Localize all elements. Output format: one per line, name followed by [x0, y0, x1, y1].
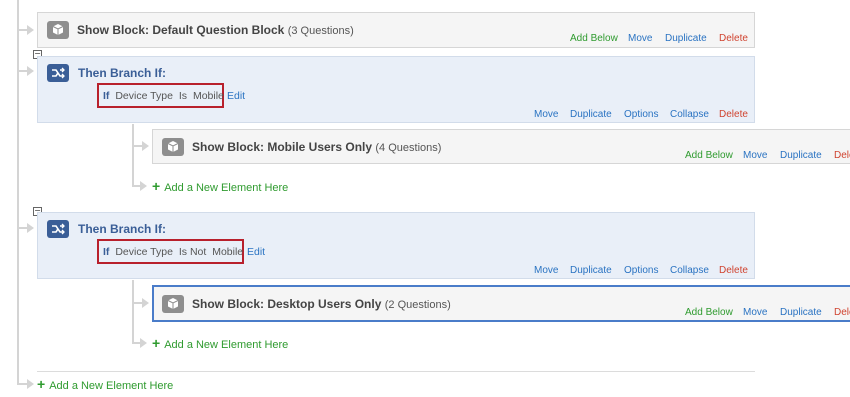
condition-if-keyword: If — [103, 90, 110, 102]
add-element-label: Add a New Element Here — [49, 380, 174, 392]
options-button[interactable]: Options — [624, 109, 658, 120]
flow-arrow — [27, 223, 34, 233]
branch-1[interactable]: Then Branch If: If Device Type Is Mobile… — [37, 56, 755, 123]
flow-arrow — [140, 338, 147, 348]
condition-operator: Is Not — [178, 246, 207, 258]
move-button[interactable]: Move — [743, 307, 767, 318]
flow-line-branch — [132, 280, 134, 343]
flow-arrow — [142, 141, 149, 151]
move-button[interactable]: Move — [534, 265, 558, 276]
flow-arrow — [140, 181, 147, 191]
duplicate-button[interactable]: Duplicate — [570, 109, 612, 120]
delete-button[interactable]: Dele — [834, 150, 850, 161]
duplicate-button[interactable]: Duplicate — [780, 307, 822, 318]
condition-value: Mobile — [192, 90, 224, 102]
block-title[interactable]: Show Block: Default Question Block (3 Qu… — [77, 23, 354, 37]
flow-arrow — [27, 25, 34, 35]
collapse-button[interactable]: Collapse — [670, 265, 709, 276]
block-title-text: Show Block: Desktop Users Only — [192, 297, 382, 311]
cube-icon — [47, 21, 69, 39]
condition-if-keyword: If — [103, 246, 110, 258]
options-button[interactable]: Options — [624, 265, 658, 276]
question-count: (3 Questions) — [287, 25, 354, 37]
add-element-link[interactable]: + Add a New Element Here — [152, 178, 288, 194]
add-below-button[interactable]: Add Below — [685, 307, 733, 318]
plus-icon: + — [152, 335, 161, 351]
branch-icon — [47, 220, 69, 238]
delete-button[interactable]: Delete — [719, 33, 748, 44]
duplicate-button[interactable]: Duplicate — [570, 265, 612, 276]
block-default-question[interactable]: Show Block: Default Question Block (3 Qu… — [37, 12, 755, 48]
condition-field: Device Type — [115, 90, 173, 102]
collapse-button[interactable]: Collapse — [670, 109, 709, 120]
branch-condition[interactable]: If Device Type Is Mobile — [103, 90, 224, 102]
block-mobile-users[interactable]: Show Block: Mobile Users Only (4 Questio… — [152, 129, 850, 164]
delete-button[interactable]: Delete — [719, 109, 748, 120]
flow-line-branch — [132, 124, 134, 186]
plus-icon: + — [152, 178, 161, 194]
flow-arrow — [142, 298, 149, 308]
block-title-text: Show Block: Default Question Block — [77, 23, 285, 37]
block-desktop-users[interactable]: Show Block: Desktop Users Only (2 Questi… — [152, 285, 850, 322]
add-element-label: Add a New Element Here — [164, 339, 289, 351]
condition-value: Mobile — [212, 246, 244, 258]
block-title[interactable]: Show Block: Desktop Users Only (2 Questi… — [192, 297, 451, 311]
delete-button[interactable]: Dele — [834, 307, 850, 318]
divider — [37, 371, 755, 372]
branch-icon — [47, 64, 69, 82]
question-count: (4 Questions) — [375, 142, 442, 154]
branch-title: Then Branch If: — [78, 66, 167, 80]
question-count: (2 Questions) — [384, 299, 451, 311]
move-button[interactable]: Move — [743, 150, 767, 161]
edit-condition-link[interactable]: Edit — [227, 90, 245, 102]
add-element-link[interactable]: + Add a New Element Here — [152, 335, 288, 351]
plus-icon: + — [37, 376, 46, 392]
condition-operator: Is — [178, 90, 188, 102]
flow-arrow — [27, 66, 34, 76]
block-title-text: Show Block: Mobile Users Only — [192, 140, 373, 154]
add-below-button[interactable]: Add Below — [570, 33, 618, 44]
flow-line-main — [17, 0, 19, 383]
delete-button[interactable]: Delete — [719, 265, 748, 276]
move-button[interactable]: Move — [534, 109, 558, 120]
branch-2[interactable]: Then Branch If: If Device Type Is Not Mo… — [37, 212, 755, 279]
duplicate-button[interactable]: Duplicate — [665, 33, 707, 44]
duplicate-button[interactable]: Duplicate — [780, 150, 822, 161]
condition-field: Device Type — [115, 246, 173, 258]
branch-title: Then Branch If: — [78, 222, 167, 236]
branch-condition[interactable]: If Device Type Is Not Mobile — [103, 246, 243, 258]
cube-icon — [162, 138, 184, 156]
move-button[interactable]: Move — [628, 33, 652, 44]
add-element-label: Add a New Element Here — [164, 182, 289, 194]
cube-icon — [162, 295, 184, 313]
add-element-link[interactable]: + Add a New Element Here — [37, 376, 173, 392]
edit-condition-link[interactable]: Edit — [247, 246, 265, 258]
block-title[interactable]: Show Block: Mobile Users Only (4 Questio… — [192, 140, 441, 154]
flow-arrow — [27, 379, 34, 389]
add-below-button[interactable]: Add Below — [685, 150, 733, 161]
